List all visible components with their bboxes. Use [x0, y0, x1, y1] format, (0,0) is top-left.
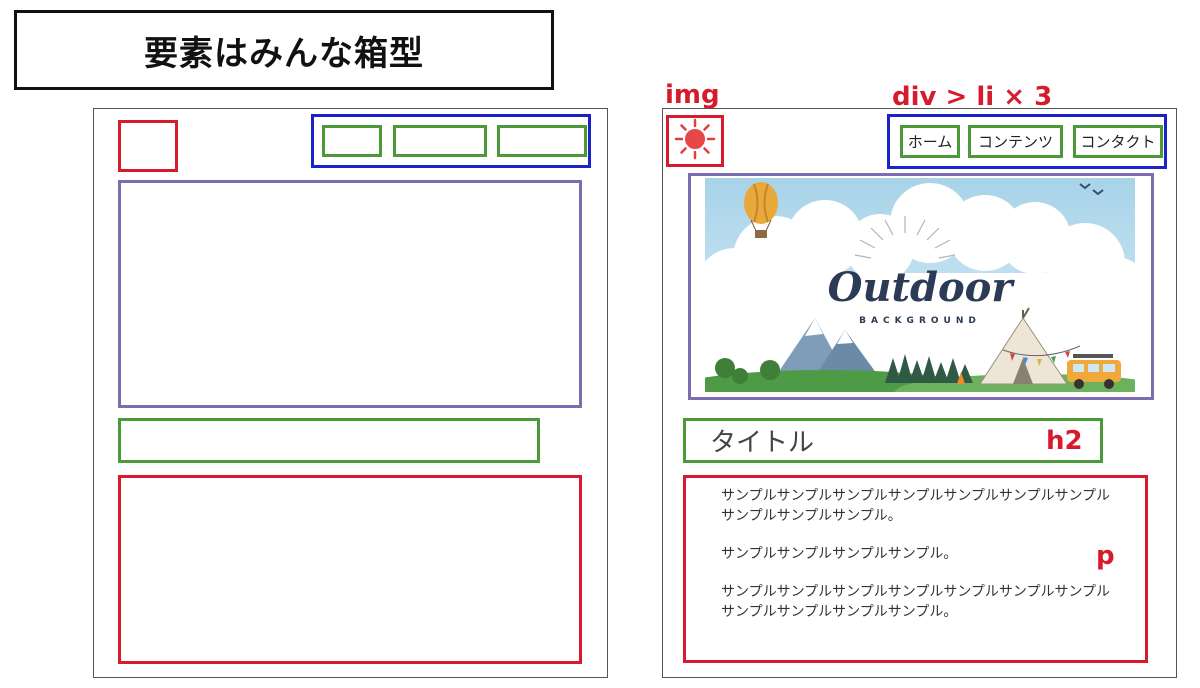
paragraph-1: サンプルサンプルサンプルサンプルサンプルサンプルサンプルサンプルサンプルサンプル… — [721, 488, 1111, 524]
hero-image: Outdoor BACKGROUND — [705, 178, 1135, 392]
sun-icon — [674, 118, 716, 164]
heading-box: タイトル — [683, 418, 1103, 463]
wireframe-paragraph-box — [118, 475, 582, 664]
wireframe-nav-item-2 — [393, 125, 487, 157]
annotation-img-logo: img — [665, 80, 720, 110]
hero-subtitle-text: BACKGROUND — [859, 316, 981, 326]
paragraph-3: サンプルサンプルサンプルサンプルサンプルサンプルサンプルサンプルサンプルサンプル… — [721, 584, 1111, 620]
wireframe-nav-item-3 — [497, 125, 587, 157]
hero-title-text: Outdoor — [828, 264, 1016, 311]
nav-item-home[interactable]: ホーム — [900, 125, 960, 158]
logo-box[interactable] — [666, 115, 724, 167]
paragraph-2: サンプルサンプルサンプルサンプル。 — [721, 546, 958, 562]
diagram-title-box: 要素はみんな箱型 — [14, 10, 554, 90]
paragraph-box: サンプルサンプルサンプルサンプルサンプルサンプルサンプルサンプルサンプルサンプル… — [683, 475, 1148, 663]
wireframe-heading-box — [118, 418, 540, 463]
nav-item-contents[interactable]: コンテンツ — [968, 125, 1063, 158]
annotation-nav: div > li × 3 — [892, 82, 1053, 112]
nav-item-contact[interactable]: コンタクト — [1073, 125, 1163, 158]
wireframe-hero-box — [118, 180, 582, 408]
wireframe-nav-item-1 — [322, 125, 382, 157]
diagram-title: 要素はみんな箱型 — [144, 33, 424, 74]
page-heading: タイトル — [710, 428, 815, 458]
wireframe-logo-box — [118, 120, 178, 172]
